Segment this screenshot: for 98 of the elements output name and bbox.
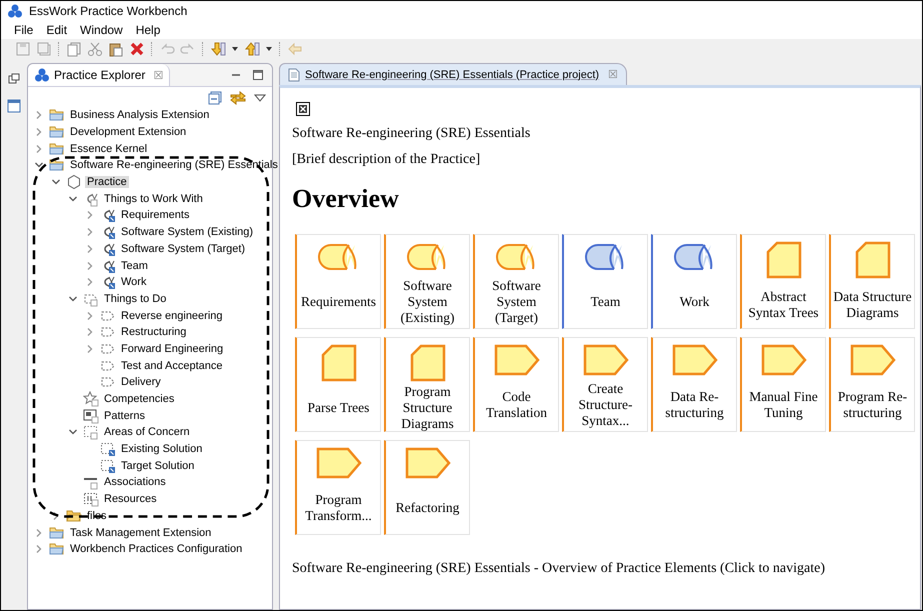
tree-item[interactable]: Forward Engineering bbox=[119, 342, 226, 355]
tree-item[interactable]: Target Solution bbox=[119, 460, 196, 472]
tree-item[interactable]: Essence Kernel bbox=[68, 142, 150, 155]
element-card[interactable]: Program Re-structuring bbox=[829, 337, 915, 432]
document-shape-icon bbox=[410, 344, 446, 382]
element-card[interactable]: Data Structure Diagrams bbox=[829, 234, 915, 329]
element-card[interactable]: Requirements bbox=[295, 234, 381, 329]
element-card[interactable]: Team bbox=[562, 234, 648, 329]
menu-item[interactable]: Edit bbox=[46, 23, 68, 37]
panel-tab[interactable]: Practice Explorer ☒ bbox=[28, 64, 170, 86]
up-arrow-icon[interactable] bbox=[244, 41, 260, 57]
view-menu-icon bbox=[254, 92, 266, 104]
practice-description: [Brief description of the Practice] bbox=[292, 152, 482, 168]
view-icon bbox=[7, 99, 21, 113]
folder-icon bbox=[49, 124, 65, 140]
hexagon-icon bbox=[66, 174, 82, 190]
editor-tab[interactable]: Software Re-engineering (SRE) Essentials (Practice project) ☒ bbox=[279, 63, 628, 85]
tree-item[interactable]: Areas of Concern bbox=[102, 426, 192, 438]
element-card[interactable]: Manual Fine Tuning bbox=[740, 337, 826, 432]
folder-icon bbox=[49, 541, 65, 558]
cut-icon[interactable] bbox=[87, 41, 103, 57]
element-card[interactable]: Program Transform... bbox=[295, 440, 381, 535]
tree-item[interactable]: Competencies bbox=[102, 393, 176, 406]
element-card[interactable]: Work bbox=[651, 234, 737, 329]
tree-item[interactable]: Business Analysis Extension bbox=[68, 109, 212, 122]
folder-icon bbox=[49, 524, 65, 541]
tree-item[interactable]: Work bbox=[119, 276, 148, 288]
element-card[interactable]: Software System (Existing) bbox=[384, 234, 470, 329]
pattern-icon bbox=[83, 408, 99, 424]
concern-group-icon bbox=[83, 424, 99, 440]
element-card[interactable]: Software System (Target) bbox=[473, 234, 559, 329]
tree-item[interactable]: Things to Work With bbox=[102, 192, 205, 205]
document-shape-icon bbox=[320, 344, 356, 382]
delete-icon[interactable] bbox=[129, 41, 145, 57]
folder-icon bbox=[49, 157, 65, 174]
concern-icon bbox=[100, 441, 116, 458]
broken-image-icon bbox=[296, 102, 310, 116]
overview-heading: Overview bbox=[292, 184, 400, 214]
element-card[interactable]: Create Structure-Syntax... bbox=[562, 337, 648, 432]
save-all-icon[interactable] bbox=[36, 41, 52, 57]
activity-shape-icon bbox=[582, 344, 628, 376]
activity-shape-icon bbox=[760, 344, 806, 376]
resource-icon bbox=[83, 491, 99, 508]
app-logo-icon bbox=[34, 67, 50, 83]
tree-item[interactable]: Reverse engineering bbox=[119, 310, 225, 322]
menu-item[interactable]: Help bbox=[136, 23, 160, 37]
tree-item[interactable]: Development Extension bbox=[68, 126, 188, 138]
activity-shape-icon bbox=[850, 344, 896, 376]
tree-item[interactable]: Practice bbox=[85, 176, 129, 188]
activity-shape-icon bbox=[404, 447, 450, 479]
collapse-all-icon bbox=[208, 91, 222, 105]
document-shape-icon bbox=[854, 241, 890, 279]
restore-icon bbox=[8, 73, 20, 85]
activity-shape-icon bbox=[316, 447, 362, 479]
star-icon bbox=[83, 391, 99, 408]
tree-item[interactable]: Existing Solution bbox=[119, 443, 204, 456]
tree-item[interactable]: Associations bbox=[102, 476, 168, 488]
tree-item[interactable]: Software System (Existing) bbox=[119, 226, 256, 238]
tree-item[interactable]: Things to Do bbox=[102, 292, 168, 305]
element-card[interactable]: Code Translation bbox=[473, 337, 559, 432]
overview-caption: Software Re-engineering (SRE) Essentials - Overview of Practice Elements (Click to navigate) bbox=[292, 561, 826, 577]
tree-item[interactable]: Test and Acceptance bbox=[119, 360, 225, 372]
tree-item[interactable]: Workbench Practices Configuration bbox=[68, 543, 244, 556]
back-arrow-icon[interactable] bbox=[287, 41, 303, 57]
tree-item[interactable]: Software Re-engineering (SRE) Essentials bbox=[68, 159, 280, 172]
folder-icon bbox=[66, 508, 82, 524]
activity-shape-icon bbox=[672, 344, 718, 376]
practice-name: Software Re-engineering (SRE) Essentials bbox=[292, 126, 532, 142]
tree-item[interactable]: Requirements bbox=[119, 209, 192, 222]
window-title: EssWork Practice Workbench bbox=[29, 4, 188, 18]
tree-item[interactable]: Task Management Extension bbox=[68, 526, 214, 539]
tree-item[interactable]: Restructuring bbox=[119, 326, 188, 338]
concern-icon bbox=[100, 458, 116, 474]
menu-item[interactable]: File bbox=[14, 23, 34, 37]
app-logo-icon bbox=[7, 3, 23, 19]
tree-item[interactable]: Software System (Target) bbox=[119, 242, 248, 255]
element-card[interactable]: Refactoring bbox=[384, 440, 470, 535]
link-icon bbox=[230, 91, 246, 105]
document-shape-icon bbox=[766, 241, 802, 279]
save-icon[interactable] bbox=[15, 41, 31, 57]
close-button[interactable]: ☒ bbox=[153, 68, 164, 82]
tree-item[interactable]: Resources bbox=[102, 493, 159, 506]
copy-icon[interactable] bbox=[66, 41, 82, 57]
tree-item[interactable]: Patterns bbox=[102, 410, 147, 422]
element-card[interactable]: Program Structure Diagrams bbox=[384, 337, 470, 432]
paste-icon[interactable] bbox=[108, 41, 124, 57]
element-card[interactable]: Abstract Syntax Trees bbox=[740, 234, 826, 329]
menu-item[interactable]: Window bbox=[80, 23, 123, 37]
folder-icon bbox=[49, 140, 65, 157]
activity-shape-icon bbox=[494, 344, 540, 376]
document-icon bbox=[288, 68, 300, 82]
down-arrow-icon[interactable] bbox=[210, 41, 226, 57]
folder-icon bbox=[49, 107, 65, 124]
tree-item[interactable]: Delivery bbox=[119, 376, 163, 388]
element-card[interactable]: Data Re-structuring bbox=[651, 337, 737, 432]
element-card[interactable]: Parse Trees bbox=[295, 337, 381, 432]
maximize-icon bbox=[252, 69, 264, 81]
tree-item[interactable]: Team bbox=[119, 260, 150, 272]
